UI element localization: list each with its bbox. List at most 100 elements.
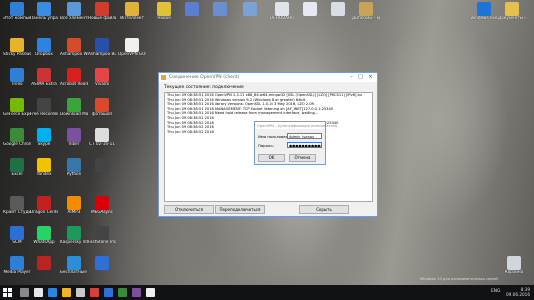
desktop-icon[interactable]: Skype <box>30 128 58 158</box>
desktop-icon[interactable]: MEGAsync <box>88 196 116 226</box>
desktop-icon[interactable]: Media Player <box>3 256 31 286</box>
taskbar-app-icon[interactable] <box>118 288 127 297</box>
app-icon <box>37 38 51 52</box>
app-icon <box>10 256 24 270</box>
desktop-icon[interactable]: FastStone Image Viewer <box>88 226 116 256</box>
desktop-icon[interactable] <box>236 2 264 32</box>
desktop-icon[interactable]: СТ 02-16-11 <box>88 128 116 158</box>
taskbar-app-icon[interactable] <box>90 288 99 297</box>
reconnect-button[interactable]: Переподключиться <box>215 205 265 214</box>
app-icon <box>67 128 81 142</box>
desktop-icon[interactable]: Vivaldi <box>88 68 116 98</box>
desktop-icon-label: СТ 02-16-11 <box>89 142 115 146</box>
language-indicator[interactable]: ENG <box>491 289 500 294</box>
desktop-icon[interactable]: Python <box>60 158 88 188</box>
app-icon <box>507 256 521 270</box>
app-icon <box>505 2 519 16</box>
activation-watermark: Windows 10 для ознакомительных целей <box>420 277 498 281</box>
password-field[interactable]: ●●●●●●●●●●●●● <box>287 142 322 148</box>
desktop-icon[interactable]: Viber <box>60 128 88 158</box>
desktop-icon-label: фотошоп <box>91 112 113 116</box>
desktop-icon[interactable]: ОСНОВАНО <box>268 2 296 32</box>
desktop-icon-label: WhatsApp <box>33 240 55 244</box>
clock-date: 09.06.2016 <box>506 292 530 297</box>
desktop-icon-label: FastStone Image Viewer <box>88 240 116 244</box>
desktop-icon[interactable]: Excel <box>3 158 31 188</box>
desktop-icon[interactable]: Новая <box>150 2 178 32</box>
desktop-icon[interactable]: Бесплатные плагин <box>60 256 88 286</box>
desktop-icon[interactable] <box>206 2 234 32</box>
desktop-icon[interactable] <box>30 256 58 286</box>
app-icon <box>213 2 227 16</box>
app-icon <box>10 196 24 210</box>
taskbar-app-icon[interactable] <box>34 288 43 297</box>
start-button[interactable] <box>3 288 12 297</box>
desktop-icon[interactable]: Google Chrome <box>3 128 31 158</box>
cancel-button[interactable]: Отмена <box>289 154 316 162</box>
desktop-icon[interactable]: Документы на рабочем <box>498 2 526 32</box>
close-button[interactable]: × <box>366 74 375 80</box>
desktop-icon[interactable] <box>178 2 206 32</box>
desktop-icon-label: Vivaldi <box>95 82 109 86</box>
desktop-icon[interactable]: Dragon Center <box>30 196 58 226</box>
taskbar-app-icon[interactable] <box>76 288 85 297</box>
desktop-icon[interactable]: Ashampoo Burn Studio <box>88 38 116 68</box>
taskbar-app-icon[interactable] <box>146 288 155 297</box>
disconnect-button[interactable]: Отключиться <box>164 205 214 214</box>
desktop-icon[interactable]: windows.exe <box>470 2 498 32</box>
desktop-icon[interactable]: Дипломы - крыло <box>352 2 380 32</box>
app-icon <box>10 68 24 82</box>
app-icon <box>67 196 81 210</box>
desktop-icon-label: Google Chrome <box>3 142 31 146</box>
password-label: Пароль: <box>258 143 274 148</box>
desktop-icon[interactable]: Sticky Password <box>3 38 31 68</box>
desktop-icon[interactable]: фотошоп <box>88 98 116 128</box>
taskbar-app-icon[interactable] <box>104 288 113 297</box>
desktop-icon[interactable]: Крайт Студия <box>3 196 31 226</box>
app-icon <box>37 68 51 82</box>
system-clock[interactable]: 8:39 09.06.2016 <box>506 287 530 297</box>
auth-dialog[interactable]: OpenVPN - Аутентификация пользователя Им… <box>254 121 337 165</box>
desktop-icon[interactable]: WhatsApp <box>30 226 58 256</box>
desktop-icon[interactable]: Acrobat Reader DC <box>60 68 88 98</box>
username-field[interactable]: Admin_Ivanov <box>287 133 322 139</box>
hide-button[interactable]: Скрыть <box>299 205 349 214</box>
desktop-icon-label: Дипломы - крыло <box>352 16 380 20</box>
desktop-icon[interactable]: Yandex <box>30 158 58 188</box>
desktop-icon[interactable]: SCM <box>3 226 31 256</box>
desktop-icon-label: Интеллект <box>120 16 144 20</box>
desktop-icon[interactable]: Интеллект <box>118 2 146 32</box>
dialog-title: OpenVPN - Аутентификация пользователя <box>257 123 338 128</box>
window-titlebar[interactable]: Соединение OpenVPN (client) – □ × <box>159 73 377 82</box>
desktop-icon-label: Viber <box>68 142 80 146</box>
desktop-icon[interactable] <box>88 256 116 286</box>
desktop-icon[interactable]: Download Master <box>60 98 88 128</box>
taskbar-app-icon[interactable] <box>62 288 71 297</box>
desktop-icon[interactable]: Корзина <box>500 256 528 286</box>
ok-button[interactable]: OK <box>258 154 285 162</box>
maximize-button[interactable]: □ <box>356 74 365 80</box>
desktop-icon[interactable]: AIMP3 <box>60 196 88 226</box>
desktop-icon[interactable]: Панель управления <box>30 2 58 32</box>
desktop-icon[interactable]: Trello <box>3 68 31 98</box>
desktop-icon[interactable] <box>296 2 324 32</box>
desktop-icon[interactable]: Kaspersky Internet <box>60 226 88 256</box>
taskbar-app-icon[interactable] <box>48 288 57 297</box>
desktop-icon[interactable]: Ashampoo WinOptimi <box>60 38 88 68</box>
desktop-icon[interactable]: GeForce Experience <box>3 98 31 128</box>
desktop-icon[interactable] <box>88 158 116 188</box>
desktop-icon[interactable]: Dropbox <box>30 38 58 68</box>
desktop-icon[interactable]: Free Recorder <box>30 98 58 128</box>
desktop-icon-label: ОСНОВАНО <box>269 16 295 20</box>
desktop-icon[interactable]: Новые файлы <box>88 2 116 32</box>
minimize-button[interactable]: – <box>347 74 356 80</box>
desktop-icon[interactable]: ASIMA Extra <box>30 68 58 98</box>
taskbar-app-icon[interactable] <box>20 288 29 297</box>
taskbar-app-icon[interactable] <box>132 288 141 297</box>
desktop-icon[interactable]: Все элементы <box>60 2 88 32</box>
desktop-icon[interactable]: Этот компьютер <box>3 2 31 32</box>
app-icon <box>67 68 81 82</box>
desktop-icon[interactable] <box>324 2 352 32</box>
desktop-icon[interactable]: OpenVPN GUI <box>118 38 146 68</box>
dialog-titlebar[interactable]: OpenVPN - Аутентификация пользователя <box>255 122 337 129</box>
